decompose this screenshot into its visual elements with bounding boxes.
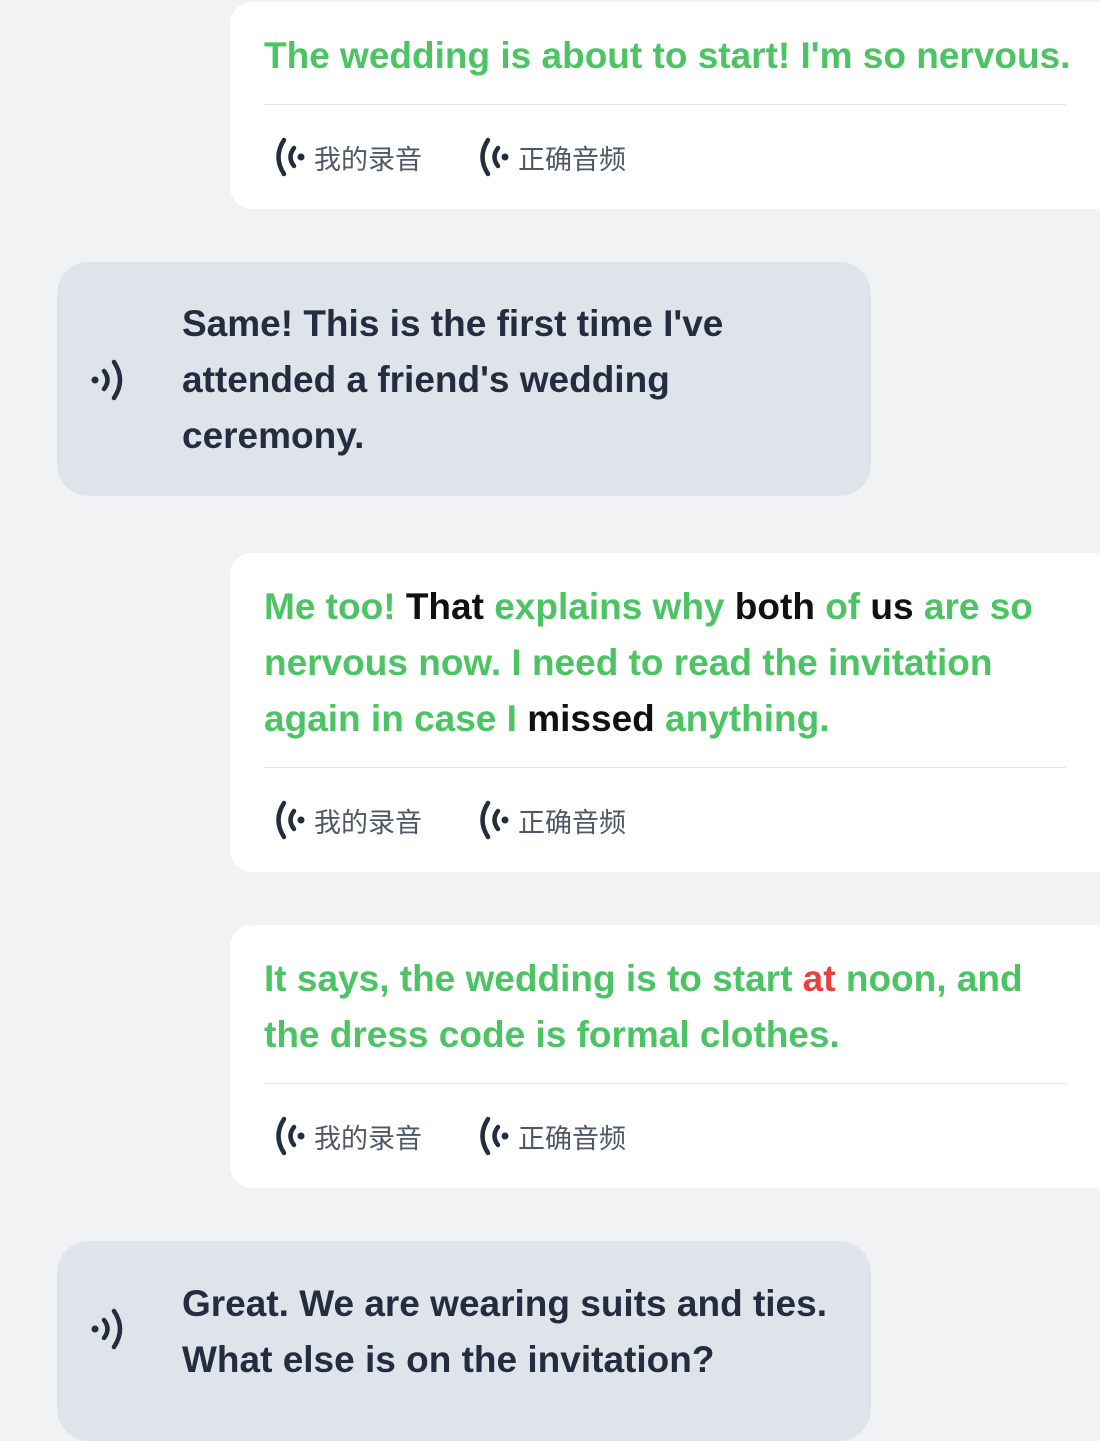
word-incorrect: at	[802, 958, 836, 999]
word-correct: of	[814, 586, 871, 627]
speaker-icon[interactable]	[87, 1307, 127, 1356]
audio-controls: 我的录音 正确音频	[264, 105, 1096, 209]
word-partial: missed	[527, 698, 655, 739]
playback-icon	[272, 137, 306, 177]
playback-icon	[476, 137, 510, 177]
user-message-text: It says, the wedding is to start at noon…	[264, 951, 1064, 1063]
correct-audio-button[interactable]: 正确音频	[476, 800, 626, 840]
bot-message-text: Great. We are wearing suits and ties. Wh…	[182, 1283, 827, 1380]
user-message-text: Me too! That explains why both of us are…	[264, 579, 1064, 747]
my-recording-button[interactable]: 我的录音	[272, 800, 422, 840]
word-correct: The wedding is about to start! I'm so ne…	[264, 35, 1071, 76]
my-recording-label: 我的录音	[314, 807, 422, 839]
my-recording-button[interactable]: 我的录音	[272, 1116, 422, 1156]
user-message: Me too! That explains why both of us are…	[230, 553, 1100, 872]
playback-icon	[272, 1116, 306, 1156]
user-message: It says, the wedding is to start at noon…	[230, 925, 1100, 1188]
my-recording-button[interactable]: 我的录音	[272, 137, 422, 177]
word-correct: explains why	[483, 586, 735, 627]
audio-controls: 我的录音 正确音频	[264, 1084, 1096, 1188]
correct-audio-label: 正确音频	[518, 144, 626, 176]
word-correct: It says, the wedding is to start	[264, 958, 803, 999]
playback-icon	[272, 800, 306, 840]
word-partial: both	[734, 586, 815, 627]
correct-audio-button[interactable]: 正确音频	[476, 137, 626, 177]
user-message-text: The wedding is about to start! I'm so ne…	[264, 28, 1084, 84]
bot-message-text: Same! This is the first time I've attend…	[182, 303, 724, 456]
speaker-icon[interactable]	[87, 358, 127, 407]
correct-audio-label: 正确音频	[518, 807, 626, 839]
playback-icon	[476, 1116, 510, 1156]
bot-message: Same! This is the first time I've attend…	[57, 262, 871, 496]
audio-controls: 我的录音 正确音频	[264, 768, 1096, 872]
user-message: The wedding is about to start! I'm so ne…	[230, 2, 1100, 209]
word-correct: Me too!	[264, 586, 406, 627]
word-correct: anything.	[654, 698, 830, 739]
word-partial: That	[405, 586, 484, 627]
my-recording-label: 我的录音	[314, 144, 422, 176]
bot-message: Great. We are wearing suits and ties. Wh…	[57, 1241, 871, 1441]
my-recording-label: 我的录音	[314, 1123, 422, 1155]
correct-audio-button[interactable]: 正确音频	[476, 1116, 626, 1156]
word-partial: us	[870, 586, 914, 627]
playback-icon	[476, 800, 510, 840]
correct-audio-label: 正确音频	[518, 1123, 626, 1155]
